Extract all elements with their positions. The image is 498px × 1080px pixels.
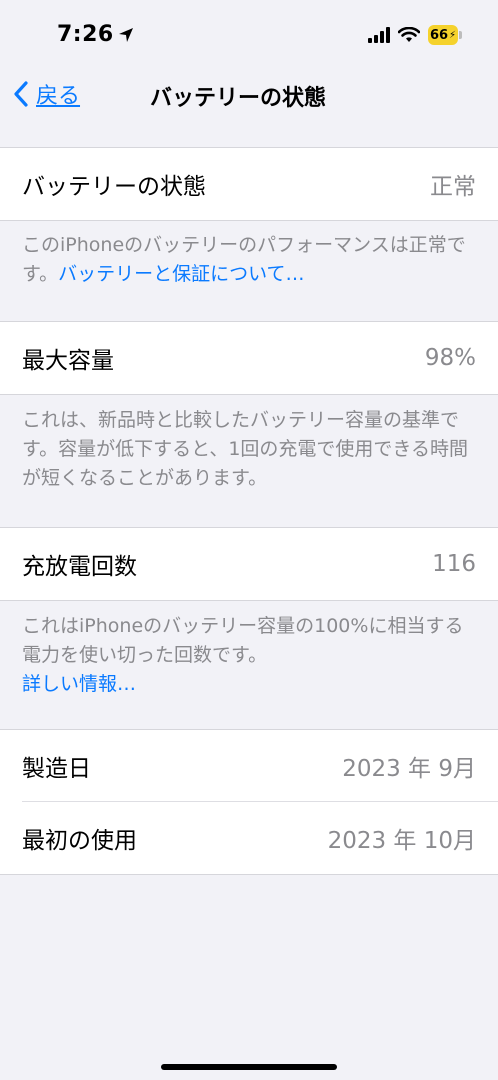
maximum-capacity-row: 最大容量 98% [0,322,498,394]
manufacture-date-label: 製造日 [22,756,91,782]
battery-health-group: バッテリーの状態 正常 [0,147,498,221]
battery-health-label: バッテリーの状態 [22,174,206,200]
battery-health-row: バッテリーの状態 正常 [0,148,498,220]
status-bar: 7:26 66 ⚡ [0,0,498,72]
home-indicator[interactable] [161,1064,337,1070]
dates-group: 製造日 2023 年 9月 最初の使用 2023 年 10月 [0,729,498,875]
navigation-bar: 戻る バッテリーの状態 [0,72,498,118]
battery-icon: 66 ⚡ [428,25,462,45]
status-indicators: 66 ⚡ [368,25,462,45]
location-arrow-icon [118,27,133,42]
maximum-capacity-label: 最大容量 [22,348,114,374]
charging-bolt-icon: ⚡ [449,29,457,41]
battery-warranty-link[interactable]: バッテリーと保証について… [58,263,304,285]
battery-tip [459,31,462,39]
manufacture-date-row: 製造日 2023 年 9月 [0,730,498,802]
cycle-count-group: 充放電回数 116 [0,527,498,601]
first-use-row: 最初の使用 2023 年 10月 [0,802,498,874]
time-label: 7:26 [57,22,114,47]
cycle-count-row: 充放電回数 116 [0,528,498,600]
back-button[interactable]: 戻る [12,78,80,110]
battery-level: 66 [429,27,449,43]
first-use-label: 最初の使用 [22,828,137,854]
cycle-count-value: 116 [432,551,476,577]
maximum-capacity-group: 最大容量 98% [0,321,498,395]
maximum-capacity-value: 98% [424,345,476,371]
maximum-capacity-footer: これは、新品時と比較したバッテリー容量の基準です。容量が低下すると、1回の充電で… [22,406,476,493]
first-use-value: 2023 年 10月 [327,828,476,854]
battery-health-value: 正常 [430,174,476,200]
back-label: 戻る [36,84,81,109]
maximum-capacity-footer-text: これは、新品時と比較したバッテリー容量の基準です。容量が低下すると、1回の充電で… [22,409,469,489]
cycle-count-label: 充放電回数 [22,554,137,580]
chevron-left-icon [14,81,28,107]
wifi-icon [398,27,420,42]
learn-more-link[interactable]: 詳しい情報… [22,673,136,695]
cycle-count-footer-text: これはiPhoneのバッテリー容量の100%に相当する電力を使い切った回数です。 [22,615,464,666]
status-time: 7:26 [57,22,134,47]
cellular-signal-icon [368,27,390,43]
page-title: バッテリーの状態 [150,86,327,111]
cycle-count-footer: これはiPhoneのバッテリー容量の100%に相当する電力を使い切った回数です。… [22,612,476,699]
battery-health-footer: このiPhoneのバッテリーのパフォーマンスは正常です。バッテリーと保証について… [22,231,476,289]
manufacture-date-value: 2023 年 9月 [342,756,476,782]
